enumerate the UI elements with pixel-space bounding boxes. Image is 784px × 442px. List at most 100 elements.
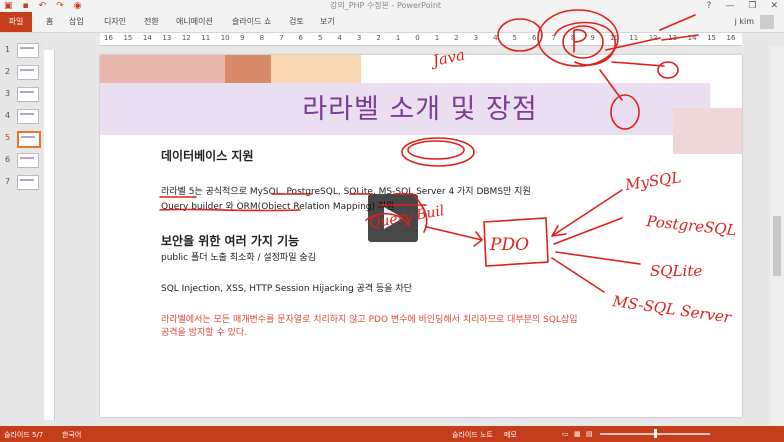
slide-number: 7 [5,177,11,186]
ruler-tick-label: 13 [668,34,678,42]
slide-thumbnail-pane: 1 2 3 4 5 6 7 [0,33,42,426]
db-heading[interactable]: 데이터베이스 지원 [161,147,254,164]
tab-review[interactable]: 검토 [289,15,304,29]
ruler-tick-label: 9 [590,34,595,42]
security-line-1[interactable]: public 폴더 노출 최소화 / 설정파일 숨김 [161,250,316,263]
slide-number: 4 [5,111,11,120]
slide-number: 2 [5,67,11,76]
db-line-2[interactable]: Query builder 와 ORM(Object Relation Mapp… [161,199,394,212]
ruler-tick-label: 4 [493,34,498,42]
decorative-block [271,55,361,83]
ruler-tick-label: 8 [570,34,576,42]
ruler-tick-label: 13 [162,34,172,42]
slide-number: 6 [5,155,11,164]
slide-thumbnail[interactable]: 6 [5,153,39,168]
comments-button[interactable]: 메모 [504,430,517,440]
slide-thumbnail[interactable]: 2 [5,65,39,80]
slide-thumbnail[interactable]: 1 [5,43,39,58]
db-line-1[interactable]: 라라벨 5는 공식적으로 MySQL, PostgreSQL, SQLite, … [161,184,531,197]
slide-preview [17,109,39,124]
play-icon [384,207,403,229]
ruler-tick-label: 11 [629,34,639,42]
slide-preview [17,43,39,58]
slide-number: 3 [5,89,11,98]
reading-view-icon[interactable]: ▤ [586,430,593,438]
ruler-tick-label: 15 [123,34,133,42]
window-controls: ? — ❐ ✕ [707,0,778,12]
undo-icon[interactable]: ↶ [39,1,47,11]
slide-thumbnail-active[interactable]: 5 [5,131,41,148]
notes-button[interactable]: 슬라이드 노트 [452,430,493,440]
slide-preview [17,131,41,148]
normal-view-icon[interactable]: ▭ [562,430,569,438]
minimize-button[interactable]: — [725,0,734,12]
ruler-tick-label: 4 [337,34,342,42]
ruler-tick-label: 7 [551,34,556,42]
scrollbar-thumb[interactable] [773,216,781,276]
ruler-tick-label: 1 [395,34,401,42]
ruler-tick-label: 9 [240,34,245,42]
slide-number: 1 [5,45,11,54]
powerpoint-logo-icon: ▣ [4,1,13,11]
ruler-tick-label: 3 [356,34,362,42]
slide-canvas[interactable]: 라라벨 소개 및 장점 데이터베이스 지원 라라벨 5는 공식적으로 MySQL… [100,55,742,417]
ruler-tick-label: 0 [415,34,420,42]
help-button[interactable]: ? [707,0,712,12]
ruler-tick-label: 5 [512,34,517,42]
vertical-scrollbar[interactable] [770,46,784,426]
start-from-beginning-icon[interactable]: ◉ [74,1,82,11]
ruler-tick-label: 10 [609,34,619,42]
user-avatar[interactable] [760,15,774,29]
ruler-tick-label: 2 [376,34,381,42]
tab-design[interactable]: 디자인 [104,15,126,29]
video-play-button[interactable] [368,194,418,242]
slide-sorter-icon[interactable]: ▦ [574,430,581,438]
tab-home[interactable]: 홈 [46,15,53,29]
ruler-tick-label: 3 [473,34,479,42]
tab-view[interactable]: 보기 [320,15,335,29]
slide-thumbnail[interactable]: 3 [5,87,39,102]
ruler-tick-label: 14 [142,34,152,42]
slide-preview [17,65,39,80]
user-name[interactable]: j kim [735,15,754,29]
note-line-2[interactable]: 공격을 방지할 수 있다. [161,325,247,338]
close-button[interactable]: ✕ [770,0,778,12]
quick-access-toolbar: ▣ ▪ ↶ ↷ ◉ [4,1,82,11]
tab-animations[interactable]: 애니메이션 [176,15,213,29]
horizontal-ruler: 16 15 14 13 12 11 10 9 8 7 6 5 4 3 2 1 0 1 2 3 4 5 6 7 8 9 10 11 12 1… [100,33,742,46]
slide-preview [17,175,39,190]
tab-slideshow[interactable]: 슬라이드 쇼 [232,15,271,29]
ruler-tick-label: 5 [318,34,323,42]
slide-number: 5 [5,133,11,142]
slide-preview [17,87,39,102]
ruler-tick-label: 6 [532,34,537,42]
slide-title[interactable]: 라라벨 소개 및 장점 [100,87,740,126]
save-icon[interactable]: ▪ [23,1,29,11]
ruler-tick-label: 14 [687,34,697,42]
title-bar: ▣ ▪ ↶ ↷ ◉ 강의_PHP 수정본 - PowerPoint ? — ❐ … [0,0,784,12]
ruler-tick-label: 6 [298,34,303,42]
ruler-tick-label: 7 [279,34,284,42]
maximize-button[interactable]: ❐ [748,0,756,12]
zoom-slider-knob[interactable] [654,429,657,438]
ruler-tick-label: 12 [648,34,658,42]
ruler-tick-label: 16 [726,34,736,42]
ruler-tick-label: 16 [104,34,113,42]
security-heading[interactable]: 보안을 위한 여러 가지 기능 [161,232,299,249]
redo-icon[interactable]: ↷ [56,1,64,11]
security-line-2[interactable]: SQL Injection, XSS, HTTP Session Hijacki… [161,281,412,294]
tab-insert[interactable]: 삽입 [69,15,84,29]
decorative-block [100,55,225,83]
ruler-tick-label: 15 [707,34,716,42]
tab-transitions[interactable]: 전환 [144,15,159,29]
slide-preview [17,153,39,168]
status-bar: 슬라이드 5/7 한국어 슬라이드 노트 메모 ▭ ▦ ▤ [0,426,784,442]
ruler-tick-label: 1 [434,34,440,42]
language-indicator[interactable]: 한국어 [62,430,81,440]
vertical-ruler [44,50,55,420]
slide-thumbnail[interactable]: 7 [5,175,39,190]
note-line-1[interactable]: 라라벨에서는 모든 매개변수를 문자열로 치리하지 않고 PDO 변수에 바인딩… [161,312,577,325]
ribbon-tabs: 파일 홈 삽입 디자인 전환 애니메이션 슬라이드 쇼 검토 보기 j kim [0,12,784,33]
slide-thumbnail[interactable]: 4 [5,109,39,124]
tab-file[interactable]: 파일 [0,12,32,32]
